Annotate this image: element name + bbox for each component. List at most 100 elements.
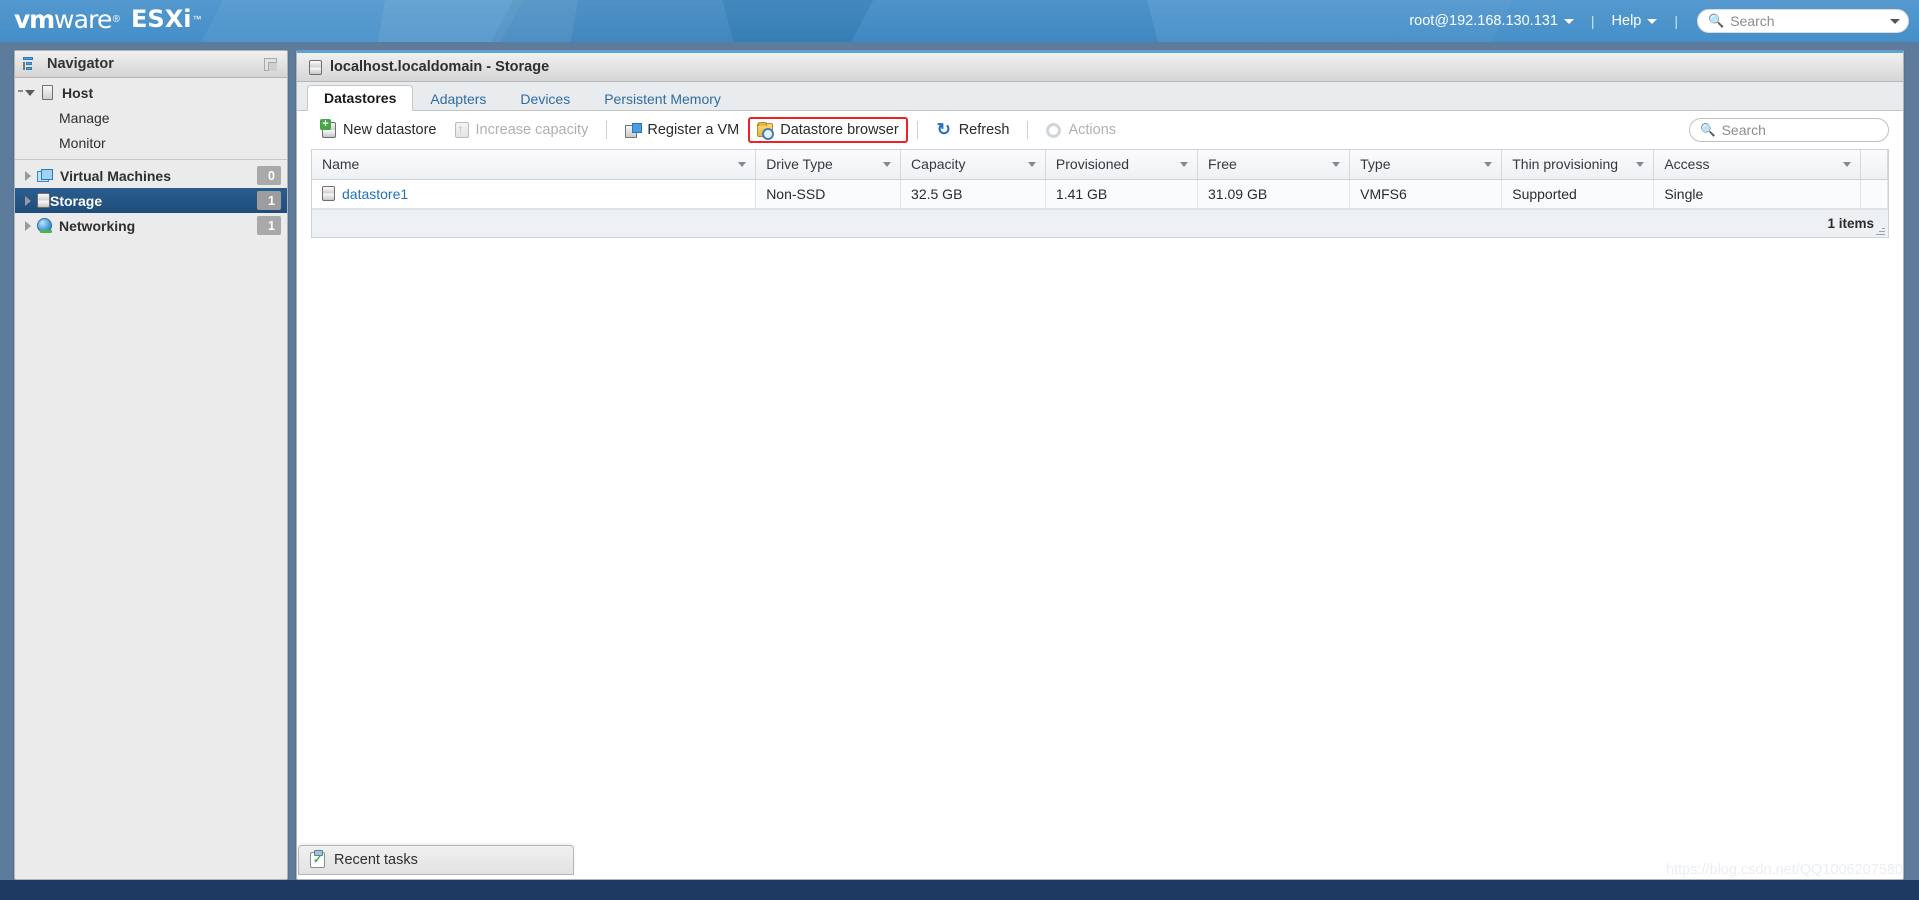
table-search-input[interactable]: 🔍 Search xyxy=(1689,118,1889,142)
navigator-tree: Host Manage Monitor Virtual Machines 0 S… xyxy=(15,78,287,238)
datastores-table-wrapper: Name Drive Type Capacity Provisioned Fre… xyxy=(311,149,1889,238)
toolbar-divider-1 xyxy=(606,121,608,139)
header-right-controls: root@192.168.130.131 | Help | 🔍 Search xyxy=(1403,0,1909,42)
chevron-down-icon[interactable] xyxy=(1636,162,1645,167)
bottom-strip xyxy=(0,880,1919,900)
column-label-type: Type xyxy=(1360,156,1391,173)
trademark-mark-icon: ™ xyxy=(192,14,202,24)
datastore-browser-label: Datastore browser xyxy=(780,122,899,138)
page-title: localhost.localdomain - Storage xyxy=(330,59,550,75)
chevron-right-icon[interactable] xyxy=(25,195,31,206)
chevron-down-icon xyxy=(1647,18,1658,24)
navigator-panel: Navigator Host Manage Monitor Virtual Ma… xyxy=(14,50,288,880)
tab-label-datastores: Datastores xyxy=(324,90,397,106)
table-item-count: 1 items xyxy=(1827,215,1874,231)
cell-name[interactable]: datastore1 xyxy=(312,179,757,209)
refresh-icon: ↻ xyxy=(936,120,951,139)
column-label-capacity: Capacity xyxy=(911,156,966,173)
column-label-access: Access xyxy=(1664,156,1710,173)
tab-persistent-memory[interactable]: Persistent Memory xyxy=(587,85,738,111)
navigator-divider xyxy=(15,159,287,160)
chevron-right-icon[interactable] xyxy=(25,170,31,181)
sidebar-item-virtual-machines[interactable]: Virtual Machines 0 xyxy=(15,163,287,188)
sidebar-item-networking[interactable]: Networking 1 xyxy=(15,213,287,238)
tab-devices[interactable]: Devices xyxy=(503,85,587,111)
column-header-access[interactable]: Access xyxy=(1653,150,1861,180)
column-header-type[interactable]: Type xyxy=(1349,150,1503,180)
column-header-provisioned[interactable]: Provisioned xyxy=(1045,150,1199,180)
sidebar-item-manage[interactable]: Manage xyxy=(15,105,287,130)
chevron-down-icon xyxy=(1563,18,1574,24)
cell-type: VMFS6 xyxy=(1349,179,1503,209)
toolbar-divider-2 xyxy=(916,121,918,139)
table-search-placeholder: Search xyxy=(1721,122,1766,138)
chevron-down-icon[interactable] xyxy=(1484,162,1493,167)
chevron-down-icon[interactable] xyxy=(1027,162,1036,167)
table-row[interactable]: datastore1 Non-SSD 32.5 GB 1.41 GB 31.09… xyxy=(312,179,1889,209)
chevron-right-icon[interactable] xyxy=(25,220,31,231)
new-datastore-button[interactable]: New datastore xyxy=(313,117,446,143)
sidebar-count-storage: 1 xyxy=(257,191,281,210)
tab-bar: Datastores Adapters Devices Persistent M… xyxy=(297,82,1903,111)
main-content-panel: localhost.localdomain - Storage Datastor… xyxy=(296,50,1904,880)
column-header-drive-type[interactable]: Drive Type xyxy=(755,150,902,180)
tab-label-persistent-memory: Persistent Memory xyxy=(604,90,721,107)
tab-datastores[interactable]: Datastores xyxy=(307,85,414,111)
help-menu-button[interactable]: Help xyxy=(1606,13,1664,29)
header-separator-2: | xyxy=(1674,13,1678,29)
column-label-free: Free xyxy=(1208,156,1237,173)
top-header-bar: vm ware ® ESXi ™ root@192.168.130.131 | Help… xyxy=(0,0,1919,42)
chevron-down-icon[interactable] xyxy=(1332,162,1341,167)
sidebar-item-monitor[interactable]: Monitor xyxy=(15,130,287,155)
column-label-provisioned: Provisioned xyxy=(1055,156,1130,173)
increase-capacity-icon xyxy=(454,122,469,138)
header-decoration-wedge-2 xyxy=(476,0,884,42)
sidebar-item-label-storage: Storage xyxy=(50,192,103,209)
chevron-down-icon[interactable] xyxy=(1890,18,1900,24)
header-decoration-wedge-1 xyxy=(186,0,534,42)
sidebar-item-label-host: Host xyxy=(62,84,94,101)
datastore-browser-icon xyxy=(757,122,775,140)
cell-spacer xyxy=(1860,179,1889,209)
gear-icon xyxy=(1046,122,1062,138)
chevron-down-icon[interactable] xyxy=(1842,162,1851,167)
resize-grip-icon[interactable] xyxy=(1876,226,1885,235)
sidebar-count-networking: 1 xyxy=(257,216,281,235)
column-header-thin-provisioning[interactable]: Thin provisioning xyxy=(1501,150,1655,180)
column-header-free[interactable]: Free xyxy=(1197,150,1351,180)
cell-drive-type: Non-SSD xyxy=(755,179,902,209)
recent-tasks-bar[interactable]: Recent tasks xyxy=(298,845,574,875)
virtual-machines-icon xyxy=(37,168,53,183)
user-menu-button[interactable]: root@192.168.130.131 xyxy=(1403,13,1580,29)
chevron-down-icon[interactable] xyxy=(25,89,35,96)
global-search-box[interactable]: 🔍 Search xyxy=(1697,9,1909,33)
main-panel-header: localhost.localdomain - Storage xyxy=(297,53,1903,82)
collapse-panel-icon[interactable] xyxy=(264,58,277,71)
cell-capacity: 32.5 GB xyxy=(900,179,1046,209)
datastores-toolbar: New datastore Increase capacity Register… xyxy=(297,111,1903,149)
register-vm-icon xyxy=(625,122,643,138)
sidebar-item-host[interactable]: Host xyxy=(15,80,287,105)
datastore-browser-button[interactable]: Datastore browser xyxy=(748,117,908,143)
sidebar-item-storage[interactable]: Storage 1 xyxy=(15,188,287,213)
register-vm-button[interactable]: Register a VM xyxy=(616,117,748,143)
refresh-button[interactable]: ↻ Refresh xyxy=(927,117,1019,143)
chevron-down-icon[interactable] xyxy=(738,162,747,167)
new-datastore-icon xyxy=(320,119,336,138)
chevron-down-icon[interactable] xyxy=(1180,162,1189,167)
sidebar-item-label-virtual-machines: Virtual Machines xyxy=(60,167,172,184)
brand-product-text: ESXi xyxy=(131,5,192,33)
brand-ware-text: ware xyxy=(53,4,112,34)
host-icon xyxy=(42,85,53,100)
networking-icon xyxy=(37,218,52,233)
storage-icon xyxy=(37,193,50,208)
chevron-down-icon[interactable] xyxy=(883,162,892,167)
column-header-name[interactable]: Name xyxy=(312,150,757,180)
increase-capacity-button: Increase capacity xyxy=(446,117,598,143)
datastores-table: Name Drive Type Capacity Provisioned Fre… xyxy=(312,150,1889,209)
tab-adapters[interactable]: Adapters xyxy=(413,85,503,111)
cell-free: 31.09 GB xyxy=(1197,179,1351,209)
column-header-capacity[interactable]: Capacity xyxy=(900,150,1046,180)
tab-label-devices: Devices xyxy=(520,90,571,107)
datastore-name-link[interactable]: datastore1 xyxy=(342,186,408,202)
